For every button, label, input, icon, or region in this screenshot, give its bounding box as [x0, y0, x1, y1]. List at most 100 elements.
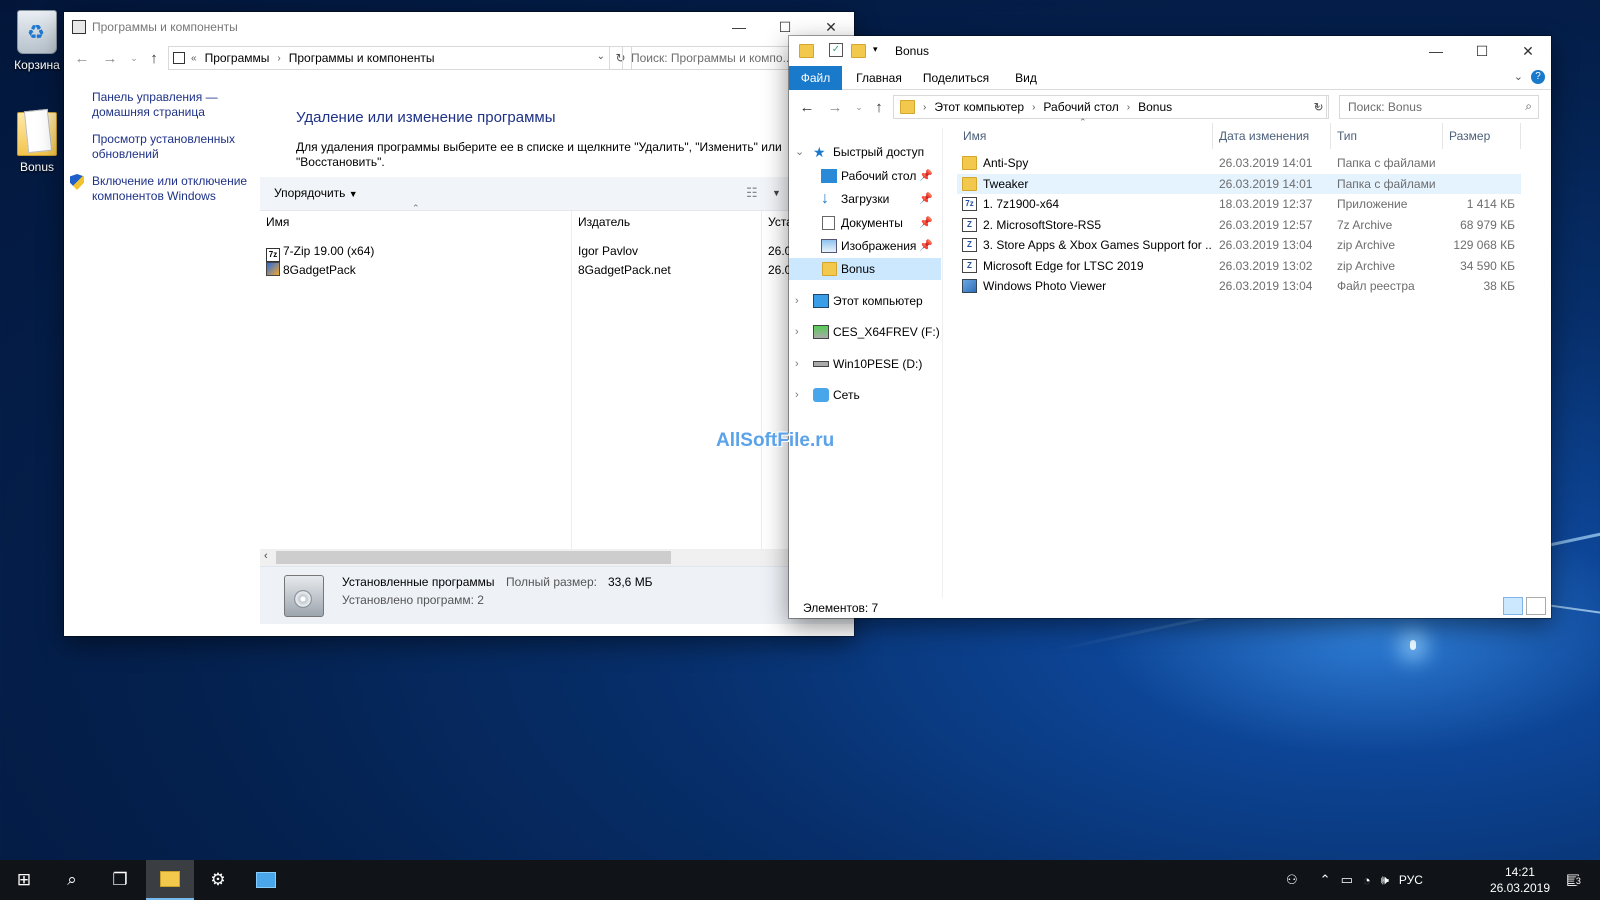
view-options-icon[interactable]: ☷ [746, 185, 758, 201]
chevron-right-icon[interactable]: › [795, 384, 799, 406]
breadcrumb-item[interactable]: Программы и компоненты [283, 51, 441, 65]
task-view-icon[interactable]: ❐ [96, 860, 144, 900]
battery-icon[interactable]: ▭ [1341, 872, 1353, 888]
file-row[interactable]: 7z 1. 7z1900-x64 18.03.2019 12:37 Прилож… [957, 194, 1521, 214]
breadcrumb-item[interactable]: Рабочий стол [1037, 100, 1124, 114]
file-row[interactable]: Windows Photo Viewer 26.03.2019 13:04 Фа… [957, 276, 1521, 296]
new-folder-qat-icon[interactable] [851, 44, 866, 58]
properties-qat-icon[interactable]: ✓ [829, 43, 843, 57]
nav-drive-f[interactable]: › CES_X64FREV (F:) [789, 321, 941, 343]
people-icon[interactable]: ⚇ [1286, 872, 1298, 888]
title-bar[interactable]: Программы и компоненты — ☐ ✕ [64, 12, 854, 42]
desktop-icon-recycle-bin[interactable]: Корзина [0, 10, 74, 72]
nav-downloads[interactable]: ↓ Загрузки 📌 [789, 188, 941, 210]
view-dropdown-icon[interactable]: ▼ [772, 188, 781, 198]
organize-button[interactable]: Упорядочить ▼ [274, 186, 358, 200]
back-button[interactable]: ← [795, 95, 819, 119]
folder-icon [799, 44, 814, 58]
desktop-icon-bonus-folder[interactable]: Bonus [0, 112, 74, 174]
tab-share[interactable]: Поделиться [921, 66, 991, 90]
control-panel-taskbar-icon[interactable] [242, 860, 290, 900]
tab-file[interactable]: Файл [789, 66, 842, 90]
chevron-right-icon[interactable]: › [795, 290, 799, 312]
title-bar[interactable]: ✓ ▾ Bonus — ☐ ✕ [789, 36, 1551, 66]
file-name: Windows Photo Viewer [983, 279, 1107, 293]
address-bar[interactable]: « Программы › Программы и компоненты ⌄ [168, 46, 610, 70]
breadcrumb-chevron-icon[interactable]: › [921, 102, 928, 113]
view-updates-link[interactable]: Просмотр установленных обновлений [92, 132, 254, 162]
details-view-icon[interactable] [1503, 597, 1523, 615]
chevron-right-icon[interactable]: › [795, 353, 799, 375]
back-button[interactable]: ← [70, 46, 94, 70]
file-name: 2. MicrosoftStore-RS5 [983, 218, 1102, 232]
horizontal-scrollbar[interactable]: ‹ [260, 549, 854, 566]
ribbon-tabs: Файл Главная Поделиться Вид ⌄ ? [789, 66, 1551, 90]
windows-features-link[interactable]: Включение или отключение компонентов Win… [70, 174, 254, 204]
clock[interactable]: 14:21 26.03.2019 [1490, 864, 1550, 896]
ribbon-expand-icon[interactable]: ⌄ [1514, 70, 1523, 83]
nav-documents[interactable]: Документы 📌 [789, 212, 941, 234]
column-header-publisher[interactable]: Издатель [572, 211, 762, 233]
file-row[interactable]: Tweaker 26.03.2019 14:01 Папка с файлами [957, 174, 1521, 194]
file-row[interactable]: Z 3. Store Apps & Xbox Games Support for… [957, 235, 1521, 255]
forward-button[interactable]: → [98, 46, 122, 70]
help-icon[interactable]: ? [1531, 70, 1545, 84]
control-panel-home-link[interactable]: Панель управления — домашняя страница [92, 90, 254, 120]
nav-this-pc[interactable]: › Этот компьютер [789, 290, 941, 312]
breadcrumb-item[interactable]: Bonus [1132, 100, 1178, 114]
search-icon[interactable]: ⌕ [48, 860, 96, 900]
nav-bonus[interactable]: Bonus [789, 258, 941, 280]
chevron-right-icon[interactable]: › [795, 321, 799, 343]
settings-taskbar-icon[interactable]: ⚙ [194, 860, 242, 900]
nav-network[interactable]: › Сеть [789, 384, 941, 406]
column-header-type[interactable]: Тип [1331, 123, 1443, 149]
forward-button[interactable]: → [823, 95, 847, 119]
chevron-down-icon[interactable]: ⌄ [795, 141, 804, 163]
tab-home[interactable]: Главная [851, 66, 907, 90]
network-tray-icon[interactable]: ◔ [1363, 873, 1371, 888]
folder-icon [900, 100, 915, 114]
minimize-button[interactable]: — [1413, 36, 1459, 66]
program-row[interactable]: 8GadgetPack 8GadgetPack.net 26.0 [260, 261, 854, 280]
desktop-icon-label: Bonus [19, 160, 55, 174]
breadcrumb-chevron-icon[interactable]: › [1030, 102, 1037, 113]
breadcrumb-item[interactable]: Программы [199, 51, 276, 65]
column-header-name[interactable]: Имя [260, 211, 572, 233]
column-header-date[interactable]: Дата изменения [1213, 123, 1331, 149]
volume-icon[interactable]: 🕪 [1381, 872, 1389, 888]
up-button[interactable]: ↑ [867, 95, 891, 119]
address-bar[interactable]: › Этот компьютер › Рабочий стол › Bonus … [893, 95, 1327, 119]
file-row[interactable]: Z 2. MicrosoftStore-RS5 26.03.2019 12:57… [957, 215, 1521, 235]
scroll-left-icon[interactable]: ‹ [264, 550, 268, 562]
pin-icon: 📌 [919, 170, 933, 182]
qat-dropdown-icon[interactable]: ▾ [873, 44, 878, 55]
breadcrumb-overflow-icon[interactable]: « [189, 53, 199, 64]
nav-pictures[interactable]: Изображения 📌 [789, 235, 941, 257]
action-center-icon[interactable]: ▤ 3 [1566, 870, 1583, 888]
program-row[interactable]: 7z 7-Zip 19.00 (x64) Igor Pavlov 26.0 [260, 242, 854, 262]
breadcrumb-item[interactable]: Этот компьютер [928, 100, 1030, 114]
close-button[interactable]: ✕ [1505, 36, 1551, 66]
up-button[interactable]: ↑ [142, 46, 166, 70]
maximize-button[interactable]: ☐ [1459, 36, 1505, 66]
address-dropdown-icon[interactable]: ⌄ [597, 51, 605, 62]
file-row[interactable]: Z Microsoft Edge for LTSC 2019 26.03.201… [957, 256, 1521, 276]
breadcrumb-chevron-icon[interactable]: › [275, 53, 282, 64]
search-input[interactable]: Поиск: Bonus ⌕ [1339, 95, 1539, 119]
refresh-button[interactable]: ↻ [1309, 95, 1329, 119]
column-header-size[interactable]: Размер [1443, 123, 1521, 149]
breadcrumb-chevron-icon[interactable]: › [1125, 102, 1132, 113]
tab-view[interactable]: Вид [1009, 66, 1043, 90]
start-button[interactable]: ⊞ [0, 860, 48, 900]
nav-quick-access[interactable]: ⌄ ★ Быстрый доступ [789, 141, 941, 163]
file-row[interactable]: Anti-Spy 26.03.2019 14:01 Папка с файлам… [957, 153, 1521, 173]
scrollbar-thumb[interactable] [276, 551, 671, 564]
nav-desktop[interactable]: Рабочий стол 📌 [789, 165, 941, 187]
large-icons-view-icon[interactable] [1526, 597, 1546, 615]
file-explorer-taskbar-icon[interactable] [146, 860, 194, 900]
language-indicator[interactable]: РУС [1399, 873, 1423, 887]
minimize-button[interactable]: — [716, 12, 762, 42]
download-icon: ↓ [821, 190, 829, 207]
nav-drive-d[interactable]: › Win10PESE (D:) [789, 353, 941, 375]
chevron-up-icon[interactable]: ⌃ [1320, 872, 1331, 888]
